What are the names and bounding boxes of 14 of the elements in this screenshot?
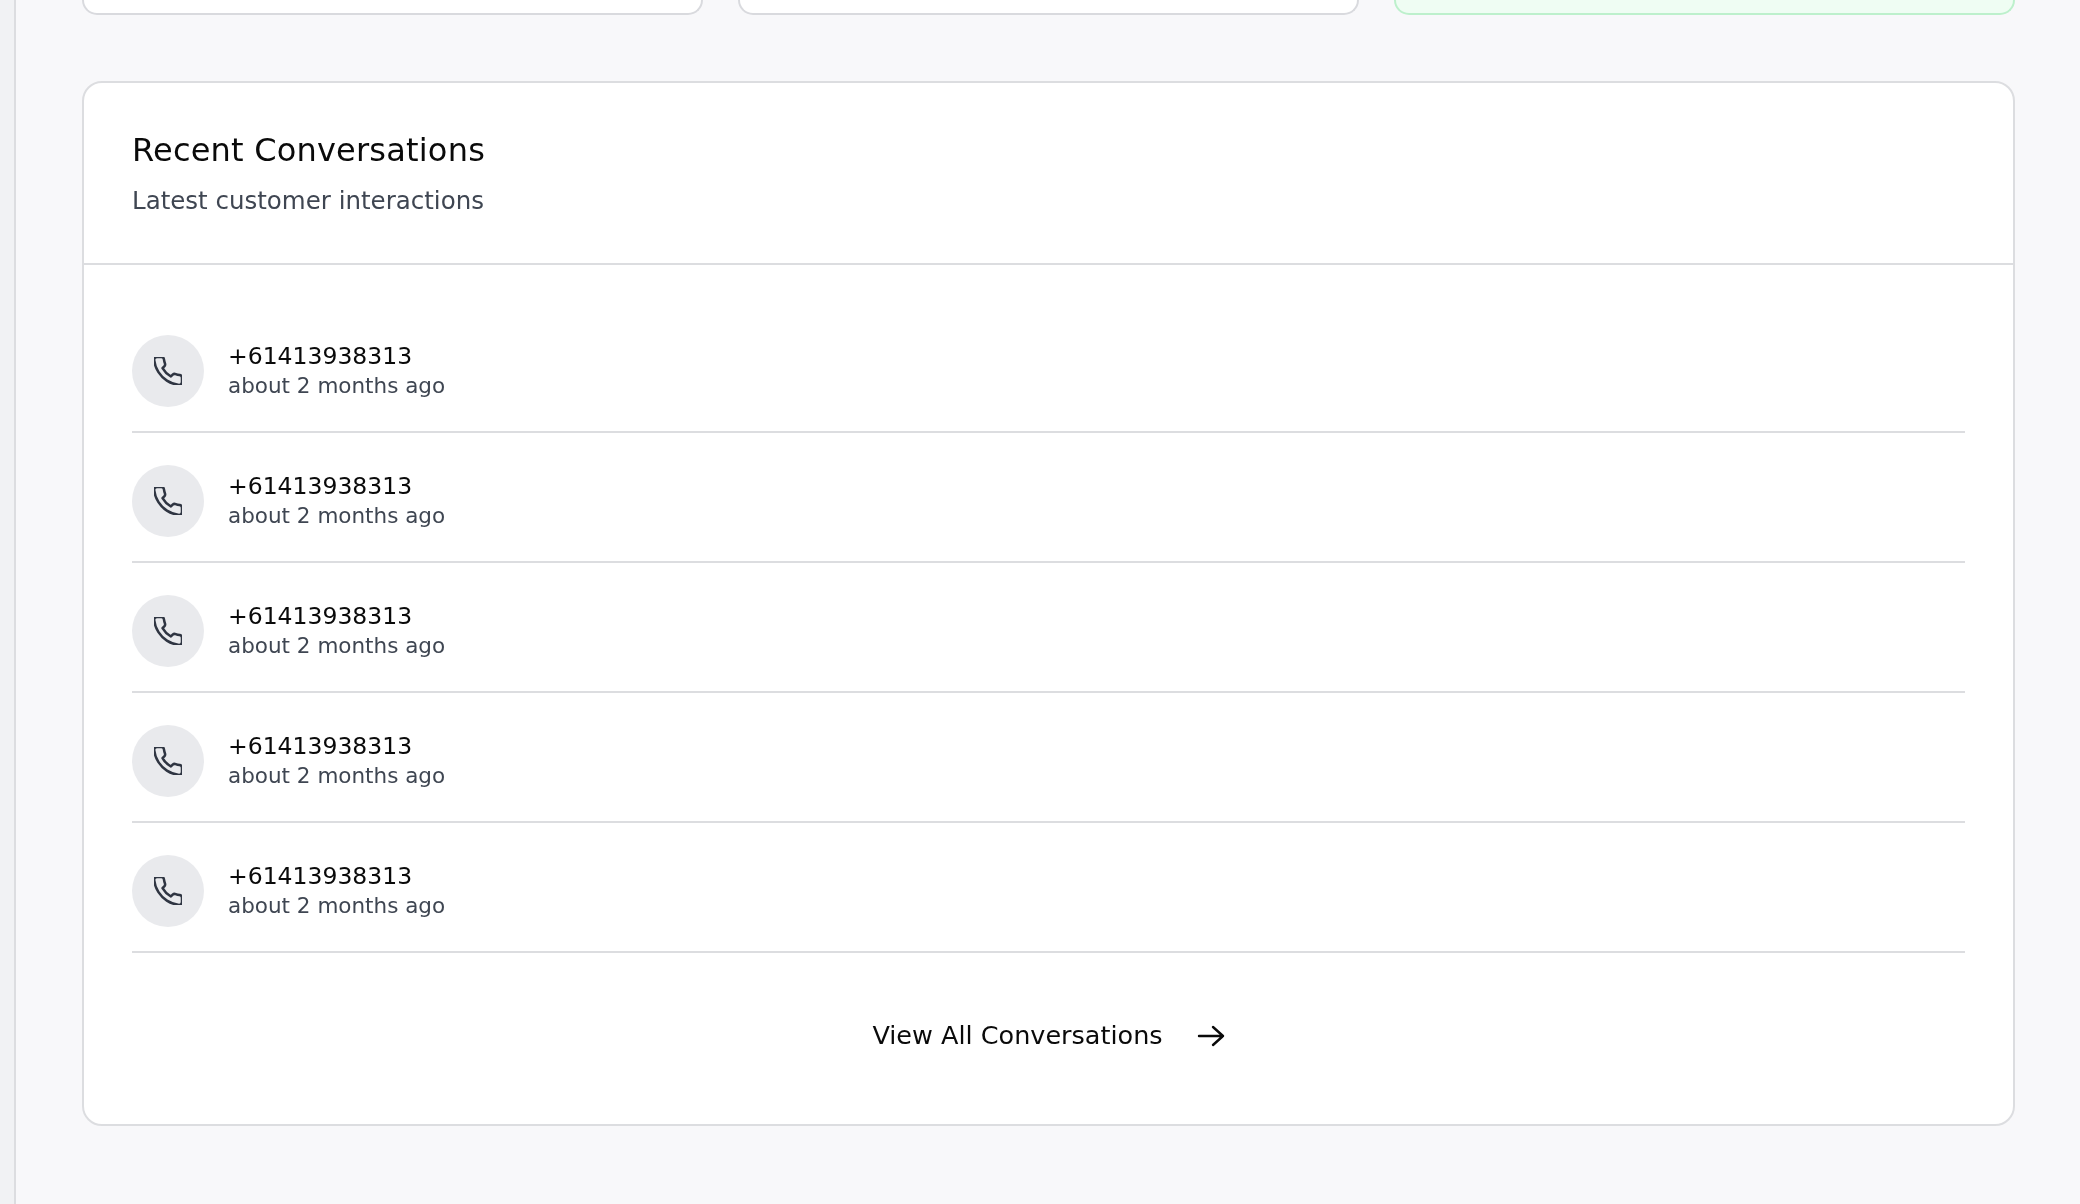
phone-number: +61413938313 <box>228 342 414 372</box>
conversation-time: about 2 months ago <box>228 632 446 661</box>
card-subtitle: Latest customer interactions <box>132 185 485 218</box>
phone-number: +61413938313 <box>228 602 414 632</box>
phone-number: +61413938313 <box>228 862 414 892</box>
conversation-time: about 2 months ago <box>228 372 446 401</box>
phone-number: +61413938313 <box>228 732 414 762</box>
view-all-link[interactable]: View All Conversations <box>872 1019 1225 1053</box>
conversation-time: about 2 months ago <box>228 502 446 531</box>
phone-number: +61413938313 <box>228 472 414 502</box>
arrow-right-icon <box>1196 1023 1225 1048</box>
conversation-time: about 2 months ago <box>228 892 446 921</box>
card-title: Recent Conversations <box>132 131 486 170</box>
conversation-time: about 2 months ago <box>228 762 446 791</box>
